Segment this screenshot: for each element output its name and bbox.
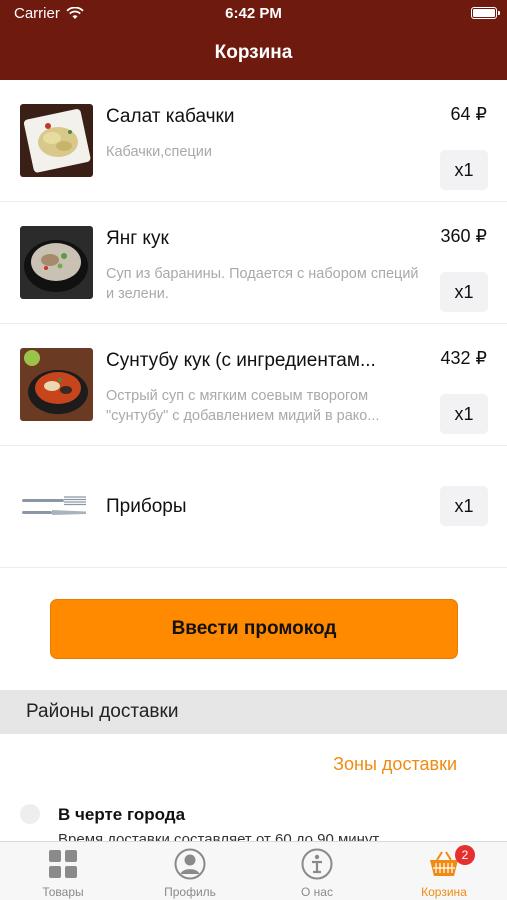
- delivery-option-radio[interactable]: [20, 804, 40, 824]
- status-bar: Carrier 6:42 PM: [0, 0, 507, 26]
- cart-item[interactable]: Янг кук Суп из баранины. Подается с набо…: [0, 202, 507, 324]
- soup-photo: [20, 226, 93, 299]
- item-description: Суп из баранины. Подается с набором спец…: [106, 266, 419, 302]
- page-title: Корзина: [214, 42, 293, 63]
- cutlery-icon: [20, 470, 93, 543]
- profile-icon: [174, 848, 206, 880]
- item-name: Янг кук: [106, 228, 169, 249]
- tab-profile[interactable]: Профиль: [127, 842, 253, 900]
- item-price: 64 ₽: [450, 104, 487, 124]
- quantity-button[interactable]: x1: [440, 272, 488, 312]
- status-time: 6:42 PM: [225, 5, 282, 22]
- section-title: Районы доставки: [26, 701, 179, 722]
- item-name: Приборы: [106, 496, 187, 517]
- quantity-button[interactable]: x1: [440, 394, 488, 434]
- grid-icon: [49, 850, 77, 878]
- delivery-option-title[interactable]: В черте города: [58, 805, 185, 825]
- tab-cart[interactable]: 2 Корзина: [381, 842, 507, 900]
- battery-icon: [471, 7, 500, 19]
- item-description: Острый суп с мягким соевым творогом "сун…: [106, 388, 380, 424]
- item-price: 360 ₽: [440, 226, 488, 246]
- item-name: Салат кабачки: [106, 106, 235, 127]
- quantity-button[interactable]: x1: [440, 150, 488, 190]
- tab-bar: Товары Профиль О нас 2 Корзина: [0, 841, 507, 900]
- cart-item-cutlery[interactable]: Приборы x1: [0, 446, 507, 568]
- salad-photo: [20, 104, 93, 177]
- item-name: Сунтубу кук (с ингредиентам...: [106, 350, 376, 371]
- tab-label: Корзина: [421, 885, 467, 899]
- tab-products[interactable]: Товары: [0, 842, 126, 900]
- tab-label: Профиль: [164, 885, 216, 899]
- delivery-section-header: Районы доставки: [0, 690, 507, 734]
- cart-item[interactable]: Салат кабачки Кабачки,специи 64 ₽ x1: [0, 80, 507, 202]
- cart-item[interactable]: Сунтубу кук (с ингредиентам... Острый су…: [0, 324, 507, 446]
- quantity-button[interactable]: x1: [440, 486, 488, 526]
- delivery-zones-link[interactable]: Зоны доставки: [333, 754, 457, 775]
- item-price: 432 ₽: [440, 348, 488, 368]
- tab-label: О нас: [301, 885, 333, 899]
- info-icon: [301, 848, 333, 880]
- tab-about[interactable]: О нас: [254, 842, 380, 900]
- tab-label: Товары: [42, 885, 84, 899]
- top-bar: Carrier 6:42 PM Корзина: [0, 0, 507, 80]
- spicy-soup-photo: [20, 348, 93, 421]
- item-description: Кабачки,специи: [106, 144, 212, 160]
- cart-count-badge: 2: [455, 845, 475, 865]
- promo-code-button[interactable]: Ввести промокод: [50, 599, 458, 659]
